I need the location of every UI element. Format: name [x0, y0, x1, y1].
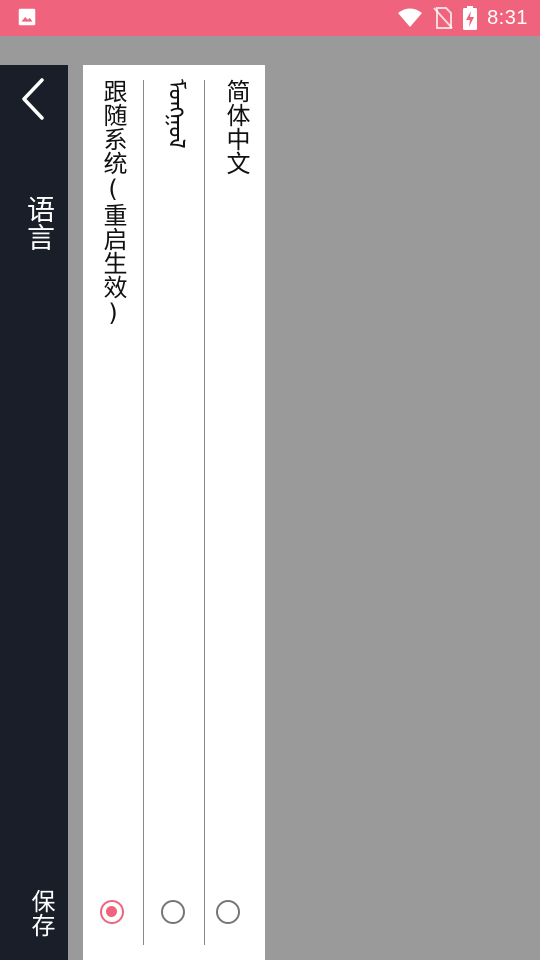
status-time: 8:31	[487, 6, 528, 29]
language-option-simplified-chinese[interactable]: 简体中文	[205, 65, 265, 960]
status-bar: 8:31	[0, 0, 540, 36]
language-option-follow-system[interactable]: 跟随系统(重启生效)	[83, 65, 143, 960]
header-bar: 语言 保存	[0, 65, 68, 960]
language-option-label: ᠮᠣᠩᠭᠣᠯ	[163, 79, 188, 149]
language-option-label: 简体中文	[222, 79, 250, 175]
language-option-label: 跟随系统(重启生效)	[99, 79, 127, 327]
save-button[interactable]: 保存	[12, 889, 56, 937]
language-option-mongolian[interactable]: ᠮᠣᠩᠭᠣᠯ	[144, 65, 204, 960]
no-sim-icon	[433, 7, 453, 29]
radio-button[interactable]	[161, 900, 185, 924]
radio-button[interactable]	[216, 900, 240, 924]
chevron-left-icon[interactable]	[18, 77, 50, 121]
page-title: 语言	[23, 195, 56, 251]
battery-charging-icon	[463, 6, 478, 30]
wifi-icon	[398, 8, 423, 27]
image-icon	[18, 8, 36, 26]
radio-button-selected[interactable]	[100, 900, 124, 924]
language-options-panel: 跟随系统(重启生效) ᠮᠣᠩᠭᠣᠯ 简体中文	[83, 65, 265, 960]
